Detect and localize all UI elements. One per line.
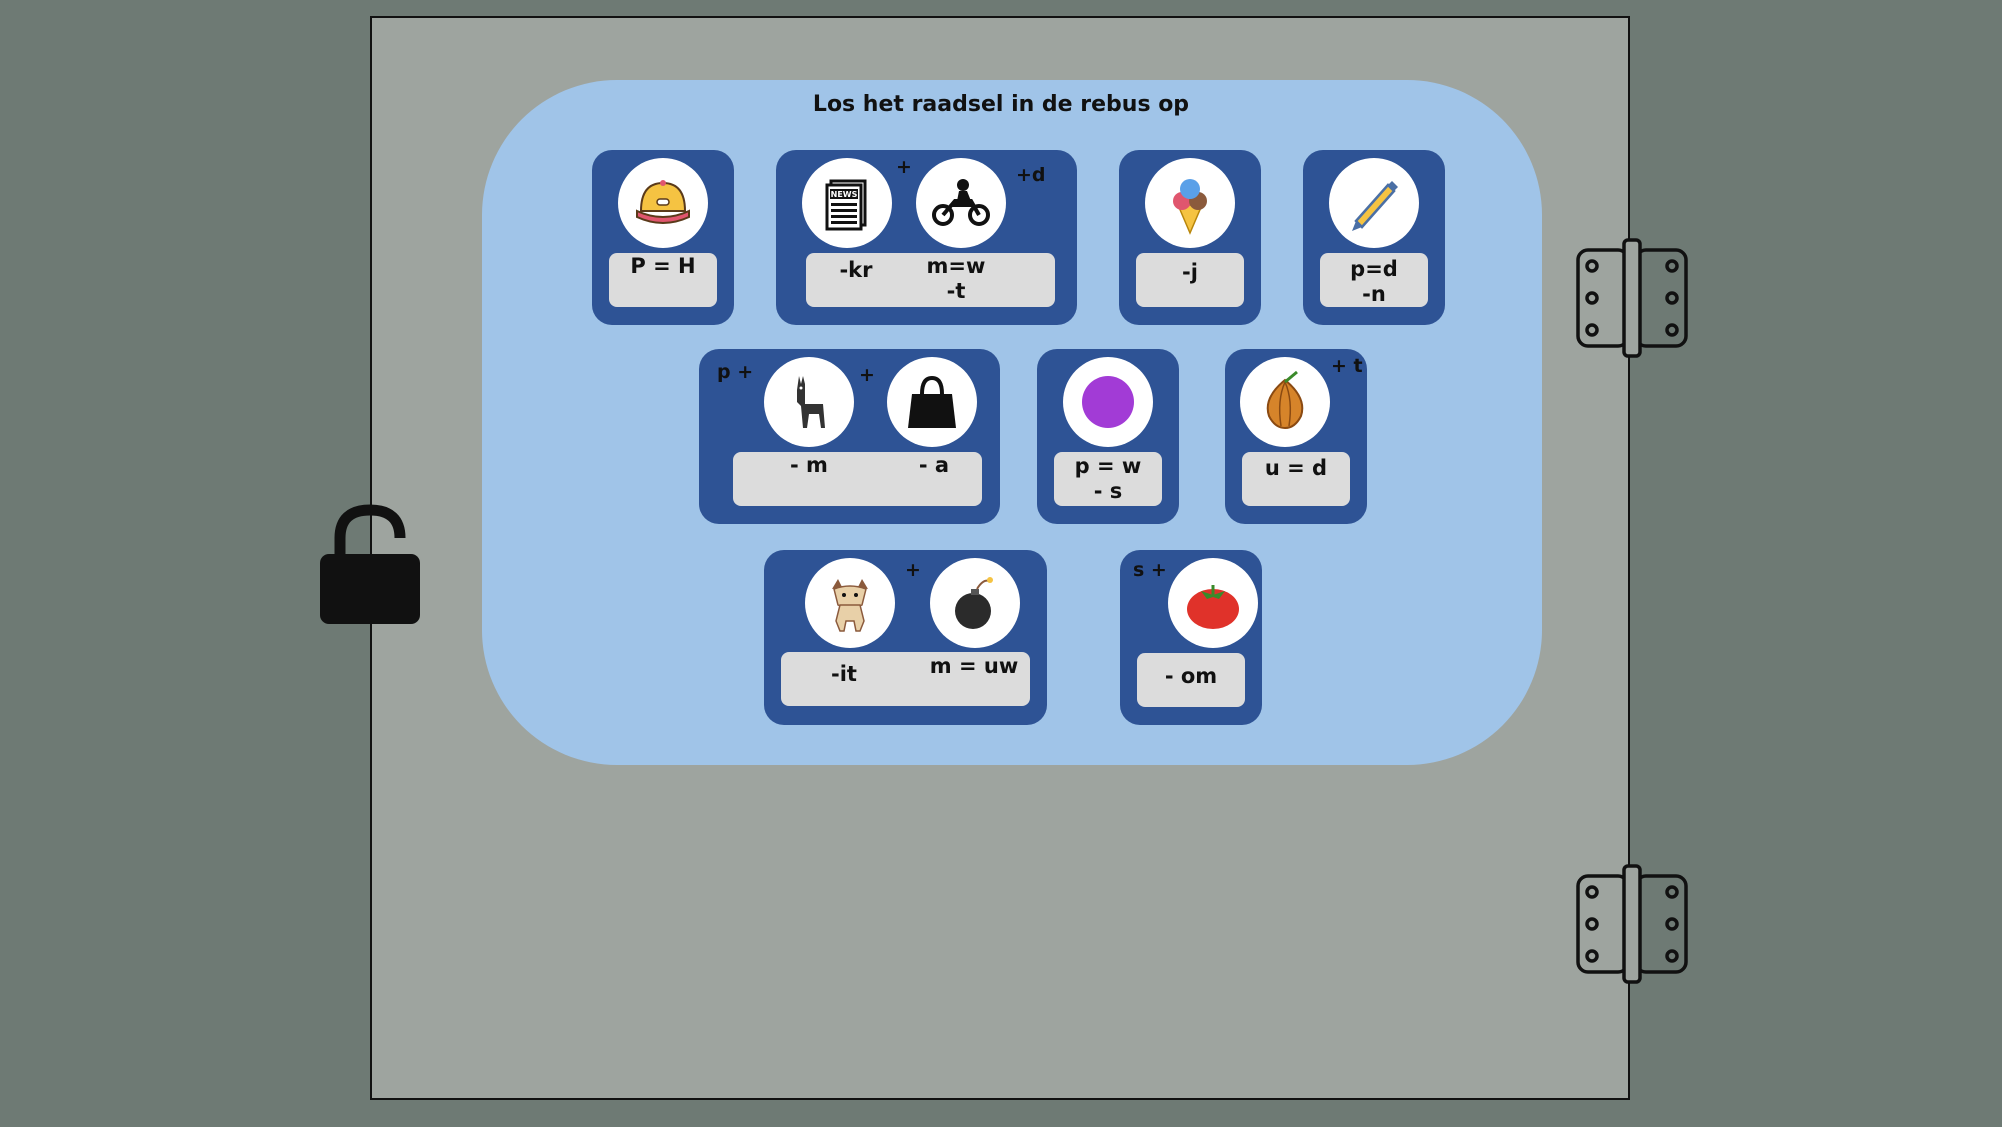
bomb-icon: [930, 558, 1020, 648]
rebus-card-circle: p = w - s: [1037, 349, 1179, 524]
plus-operator: +: [905, 559, 921, 581]
handbag-icon: [887, 357, 977, 447]
clue-text-2: -n: [1362, 282, 1386, 306]
rebus-card-newspaper-motorcycle: NEWS + +d -kr m=w -t: [776, 150, 1077, 325]
rebus-card-cap: P = H: [592, 150, 734, 325]
clue-text: - om: [1164, 664, 1218, 688]
clue-text: P = H: [630, 254, 696, 278]
onion-icon: [1240, 357, 1330, 447]
prefix-operator: p +: [717, 361, 754, 383]
ice-cream-icon: [1145, 158, 1235, 248]
suffix-operator: + t: [1331, 355, 1363, 377]
pen-icon: [1329, 158, 1419, 248]
clue-text: u = d: [1264, 456, 1328, 480]
clue-text-right: m = uw: [929, 654, 1019, 678]
purple-circle-icon: [1063, 357, 1153, 447]
clue-text-left: -kr: [839, 258, 873, 282]
clue-text-right: - a: [918, 453, 950, 477]
puzzle-title: Los het raadsel in de rebus op: [812, 92, 1190, 117]
rebus-card-llama-bag: p + + - m - a: [699, 349, 1000, 524]
plus-operator: +: [896, 156, 912, 178]
clue-text-2: - s: [1093, 479, 1123, 503]
cap-icon: [618, 158, 708, 248]
rebus-card-onion: + t u = d: [1225, 349, 1367, 524]
llama-icon: [764, 357, 854, 447]
rebus-card-goat-bomb: + -it m = uw: [764, 550, 1047, 725]
clue-text-1: p=d: [1350, 257, 1398, 281]
hinge-icon: [1574, 236, 1690, 360]
clue-text-left: - m: [790, 453, 828, 477]
clue-text: -j: [1182, 260, 1198, 284]
rebus-card-ice-cream: -j: [1119, 150, 1261, 325]
prefix-operator: s +: [1133, 559, 1167, 581]
tomato-icon: [1168, 558, 1258, 648]
clue-text-1: p = w: [1074, 454, 1142, 478]
clue-text-left: -it: [831, 662, 857, 686]
rebus-card-pen: p=d -n: [1303, 150, 1445, 325]
unlocked-padlock-icon[interactable]: [318, 502, 422, 624]
clue-text-right-2: -t: [946, 279, 966, 303]
hinge-icon: [1574, 862, 1690, 986]
goat-icon: [805, 558, 895, 648]
clue-text-right-1: m=w: [926, 254, 986, 278]
rebus-card-tomato: s + - om: [1120, 550, 1262, 725]
newspaper-icon: NEWS: [802, 158, 892, 248]
motorcycle-icon: [916, 158, 1006, 248]
suffix-operator: +d: [1016, 164, 1046, 186]
plus-operator: +: [859, 364, 875, 386]
svg-text:NEWS: NEWS: [831, 190, 858, 199]
